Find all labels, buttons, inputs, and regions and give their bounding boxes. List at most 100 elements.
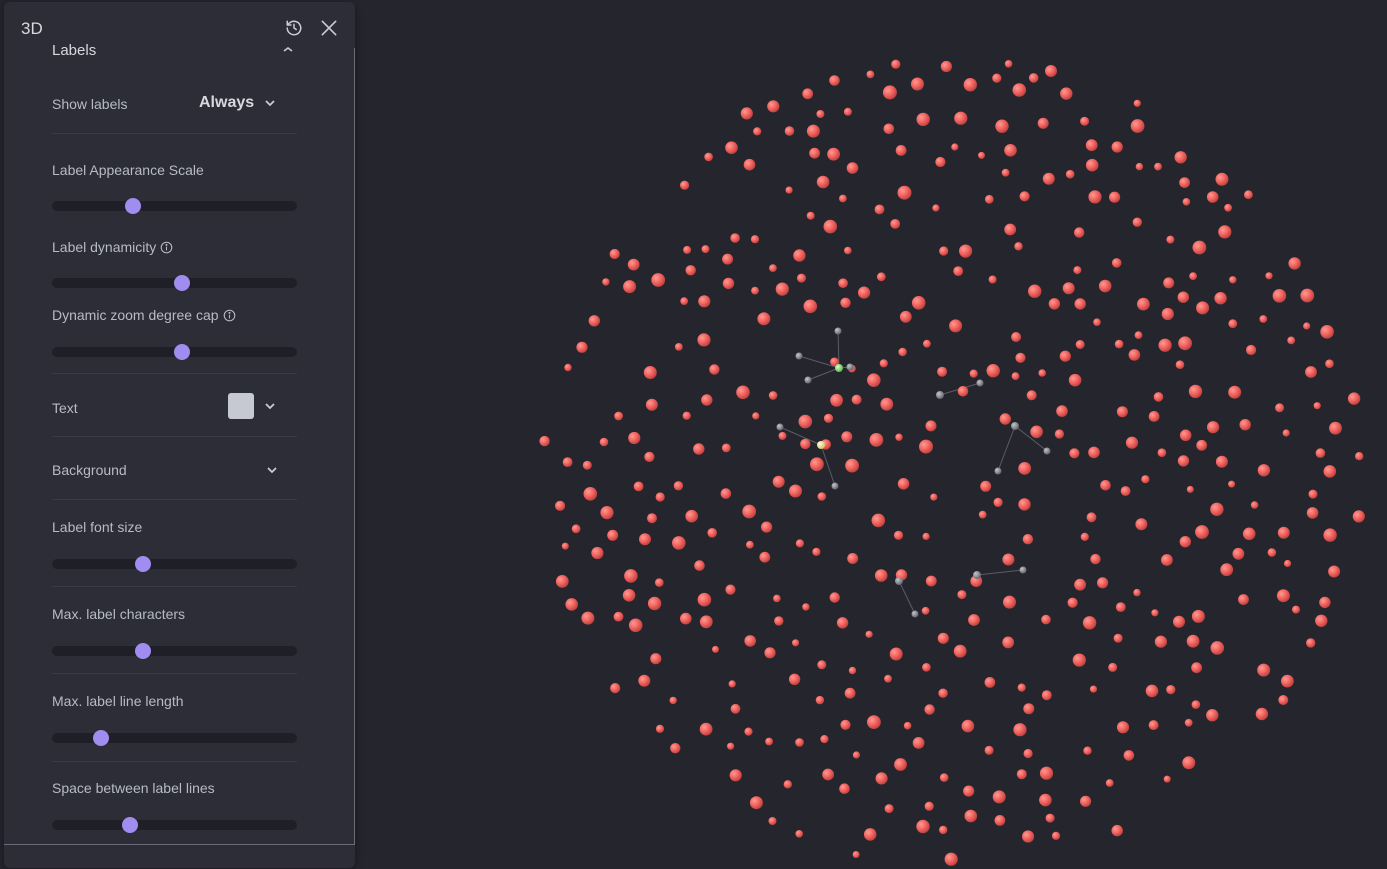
graph-node[interactable] <box>923 339 931 348</box>
graph-node[interactable] <box>897 478 910 490</box>
graph-node[interactable] <box>722 253 734 265</box>
graph-node[interactable] <box>935 156 946 168</box>
graph-node[interactable] <box>798 414 813 429</box>
graph-node[interactable] <box>876 272 886 282</box>
graph-node[interactable] <box>1022 830 1035 843</box>
graph-node[interactable] <box>823 219 838 234</box>
text-color-picker[interactable] <box>228 393 276 419</box>
graph-node[interactable] <box>1042 172 1055 185</box>
graph-node[interactable] <box>1306 638 1316 648</box>
graph-node[interactable] <box>1177 455 1190 467</box>
graph-node[interactable] <box>894 758 907 771</box>
graph-node[interactable] <box>980 480 992 492</box>
graph-node[interactable] <box>638 674 651 687</box>
graph-node[interactable] <box>1037 117 1049 129</box>
graph-node[interactable] <box>806 211 815 220</box>
graph-node[interactable] <box>795 830 803 838</box>
graph-node[interactable] <box>701 394 713 406</box>
graph-node[interactable] <box>788 673 801 685</box>
graph-node[interactable] <box>1259 315 1268 323</box>
graph-node[interactable] <box>800 438 811 450</box>
graph-node[interactable] <box>1065 169 1075 179</box>
graph-node[interactable] <box>1067 597 1078 608</box>
graph-node[interactable] <box>938 688 948 698</box>
graph-node[interactable] <box>1135 162 1144 171</box>
graph-node[interactable] <box>749 796 763 810</box>
graph-node[interactable] <box>1017 683 1026 692</box>
graph-node[interactable] <box>939 246 949 256</box>
graph-node[interactable] <box>1148 720 1159 731</box>
graph-node[interactable] <box>561 542 569 550</box>
graph-node[interactable] <box>1192 240 1207 255</box>
graph-node[interactable] <box>1229 276 1237 284</box>
graph-node[interactable] <box>600 505 614 520</box>
graph-node[interactable] <box>795 738 804 747</box>
graph-node[interactable] <box>1090 553 1101 565</box>
graph-node[interactable] <box>867 373 881 388</box>
graph-node[interactable] <box>1030 425 1043 439</box>
graph-node[interactable] <box>761 521 773 533</box>
graph-node[interactable] <box>827 147 840 161</box>
graph-node[interactable] <box>697 333 711 347</box>
graph-node[interactable] <box>1012 83 1027 97</box>
graph-node[interactable] <box>624 569 638 583</box>
space-between-label-lines-slider[interactable] <box>52 817 297 833</box>
graph-node[interactable] <box>1313 402 1321 410</box>
graph-node[interactable] <box>911 610 919 618</box>
graph-node[interactable] <box>961 719 975 733</box>
graph-node[interactable] <box>816 175 830 189</box>
graph-node[interactable] <box>1184 718 1193 727</box>
graph-node[interactable] <box>1002 553 1015 566</box>
graph-node[interactable] <box>1015 352 1026 363</box>
graph-node[interactable] <box>810 457 824 472</box>
graph-node[interactable] <box>1074 578 1086 591</box>
graph-node[interactable] <box>816 110 825 118</box>
graph-node[interactable] <box>725 584 736 595</box>
graph-node[interactable] <box>1120 486 1131 496</box>
graph-node[interactable] <box>1028 284 1042 298</box>
graph-node[interactable] <box>1305 366 1317 378</box>
graph-node[interactable] <box>651 273 666 287</box>
graph-node[interactable] <box>1041 690 1052 701</box>
graph-node[interactable] <box>571 524 581 534</box>
graph-node[interactable] <box>817 441 825 449</box>
graph-node[interactable] <box>867 715 881 729</box>
graph-node[interactable] <box>895 145 907 156</box>
graph-node[interactable] <box>1277 526 1290 539</box>
graph-node[interactable] <box>838 278 848 289</box>
graph-node[interactable] <box>751 286 759 295</box>
graph-node[interactable] <box>973 571 981 579</box>
graph-node[interactable] <box>1085 139 1098 152</box>
graph-node[interactable] <box>1174 151 1187 164</box>
graph-node[interactable] <box>740 107 753 120</box>
graph-node[interactable] <box>647 513 657 524</box>
graph-node[interactable] <box>844 687 856 699</box>
graph-node[interactable] <box>583 487 598 501</box>
graph-node[interactable] <box>674 343 683 351</box>
graph-node[interactable] <box>858 286 871 299</box>
graph-node[interactable] <box>1191 662 1202 674</box>
graph-node[interactable] <box>1281 674 1294 688</box>
graph-node[interactable] <box>673 481 684 491</box>
graph-node[interactable] <box>1352 510 1365 523</box>
graph-node[interactable] <box>1319 596 1331 609</box>
graph-node[interactable] <box>951 143 959 151</box>
graph-node[interactable] <box>633 481 644 492</box>
graph-node[interactable] <box>1004 60 1013 68</box>
graph-node[interactable] <box>993 497 1003 507</box>
graph-node[interactable] <box>1083 746 1092 755</box>
graph-node[interactable] <box>1023 703 1035 715</box>
graph-node[interactable] <box>1191 700 1201 709</box>
graph-node[interactable] <box>1210 502 1224 516</box>
graph-node[interactable] <box>1113 633 1123 643</box>
graph-node[interactable] <box>895 577 903 585</box>
graph-node[interactable] <box>1018 462 1032 475</box>
graph-node[interactable] <box>1098 279 1112 293</box>
graph-node[interactable] <box>1191 609 1205 623</box>
graph-node[interactable] <box>949 319 963 333</box>
show-labels-dropdown[interactable]: Always <box>199 94 276 112</box>
graph-node[interactable] <box>639 533 651 546</box>
graph-node[interactable] <box>701 245 710 254</box>
graph-node[interactable] <box>1163 277 1175 289</box>
graph-node[interactable] <box>1214 292 1227 305</box>
